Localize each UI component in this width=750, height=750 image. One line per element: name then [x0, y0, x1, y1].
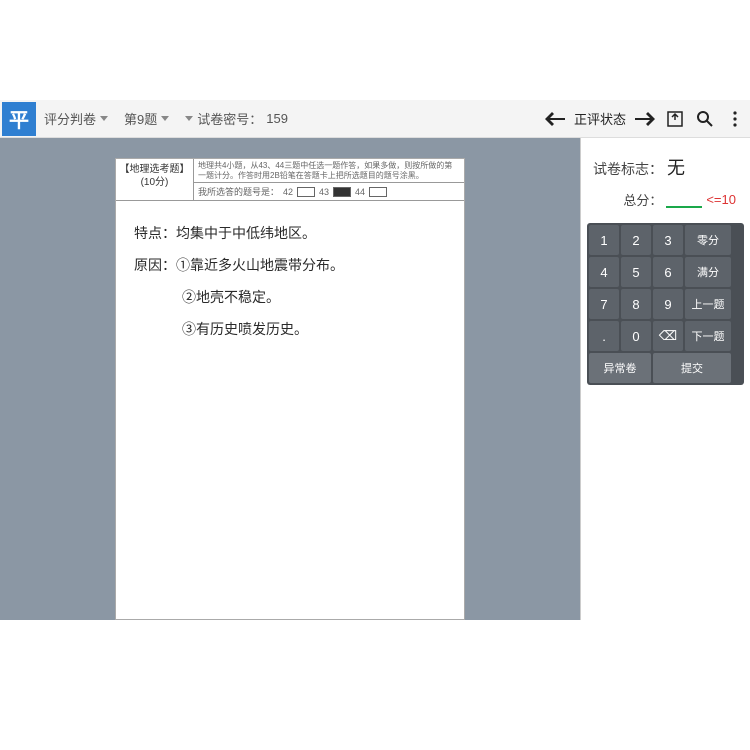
hw-line: ②地壳不稳定。 [134, 285, 454, 313]
grading-dropdown[interactable]: 评分判卷 [36, 109, 116, 128]
paper-code-label: 试卷密号： [197, 109, 262, 128]
answer-selection-row: 我所选答的题号是： 42 43 44 [194, 183, 464, 200]
caret-down-icon [185, 116, 193, 121]
score-label: 总分： [623, 190, 662, 209]
scoring-panel: 试卷标志： 无 总分： <=10 1 2 3 零分 4 5 6 满分 7 8 9… [580, 138, 750, 620]
next-arrow-icon[interactable] [630, 104, 660, 134]
paper-header: 【地理选考题】 (10分) 地理共4小题，从43、44三题中任选一题作答，如果多… [116, 159, 464, 201]
top-toolbar: 平 评分判卷 第9题 试卷密号： 159 正评状态 [0, 100, 750, 138]
key-2[interactable]: 2 [621, 225, 651, 255]
key-7[interactable]: 7 [589, 289, 619, 319]
opt-box-filled [333, 187, 351, 197]
key-abnormal[interactable]: 异常卷 [589, 353, 651, 383]
key-dot[interactable]: . [589, 321, 619, 351]
paper-code-value: 159 [266, 111, 288, 126]
mark-label: 试卷标志： [593, 159, 663, 179]
key-3[interactable]: 3 [653, 225, 683, 255]
key-1[interactable]: 1 [589, 225, 619, 255]
grading-label: 评分判卷 [44, 109, 96, 128]
workspace: 【地理选考题】 (10分) 地理共4小题，从43、44三题中任选一题作答，如果多… [0, 138, 750, 620]
prev-arrow-icon[interactable] [540, 104, 570, 134]
total-score-row: 总分： <=10 [581, 190, 750, 223]
exam-paper: 【地理选考题】 (10分) 地理共4小题，从43、44三题中任选一题作答，如果多… [115, 158, 465, 620]
key-0[interactable]: 0 [621, 321, 651, 351]
opt-box [297, 187, 315, 197]
review-status: 正评状态 [570, 109, 630, 128]
opt-box [369, 187, 387, 197]
key-prev-question[interactable]: 上一题 [685, 289, 731, 319]
export-icon[interactable] [660, 104, 690, 134]
hw-line: 特点：均集中于中低纬地区。 [134, 221, 454, 249]
key-9[interactable]: 9 [653, 289, 683, 319]
subject-points: (10分) [118, 176, 191, 189]
paper-code: 试卷密号： 159 [177, 109, 296, 128]
key-5[interactable]: 5 [621, 257, 651, 287]
question-dropdown[interactable]: 第9题 [116, 109, 177, 128]
mark-value: 无 [667, 154, 685, 180]
key-4[interactable]: 4 [589, 257, 619, 287]
score-limit: <=10 [706, 192, 736, 207]
subject-title: 【地理选考题】 [118, 163, 191, 176]
key-8[interactable]: 8 [621, 289, 651, 319]
key-next-question[interactable]: 下一题 [685, 321, 731, 351]
key-submit[interactable]: 提交 [653, 353, 731, 383]
hw-line: ③有历史喷发历史。 [134, 317, 454, 345]
key-6[interactable]: 6 [653, 257, 683, 287]
key-zero-score[interactable]: 零分 [685, 225, 731, 255]
opt-43: 43 [319, 187, 329, 197]
opt-44: 44 [355, 187, 365, 197]
search-icon[interactable] [690, 104, 720, 134]
score-input[interactable] [666, 191, 702, 208]
score-keypad: 1 2 3 零分 4 5 6 满分 7 8 9 上一题 . 0 ⌫ 下一题 异常… [587, 223, 744, 385]
paper-viewport[interactable]: 【地理选考题】 (10分) 地理共4小题，从43、44三题中任选一题作答，如果多… [0, 138, 580, 620]
app-logo: 平 [2, 102, 36, 136]
more-icon[interactable] [720, 104, 750, 134]
opt-42: 42 [283, 187, 293, 197]
bottom-margin [0, 620, 750, 750]
handwritten-answer: 特点：均集中于中低纬地区。 原因：①靠近多火山地震带分布。 ②地壳不稳定。 ③有… [116, 201, 464, 359]
paper-instruction: 地理共4小题，从43、44三题中任选一题作答，如果多做，则按所做的第一题计分。作… [194, 159, 464, 183]
caret-down-icon [100, 116, 108, 121]
question-label: 第9题 [124, 109, 157, 128]
key-backspace[interactable]: ⌫ [653, 321, 683, 351]
hw-line: 原因：①靠近多火山地震带分布。 [134, 253, 454, 281]
paper-mark-row: 试卷标志： 无 [581, 154, 750, 190]
key-full-score[interactable]: 满分 [685, 257, 731, 287]
caret-down-icon [161, 116, 169, 121]
answer-label: 我所选答的题号是： [198, 185, 279, 198]
subject-box: 【地理选考题】 (10分) [116, 159, 194, 200]
